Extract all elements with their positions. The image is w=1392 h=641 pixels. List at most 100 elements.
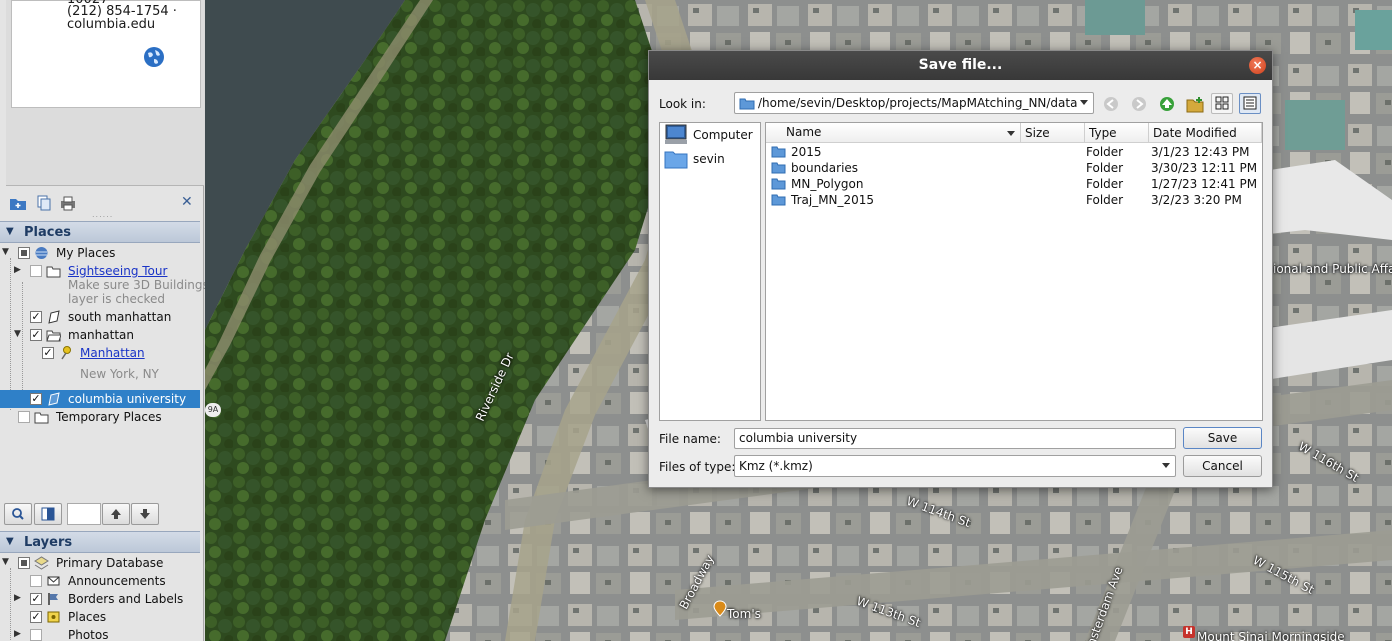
places-square-icon <box>47 611 60 623</box>
checkbox[interactable] <box>18 411 30 423</box>
look-in-path: /home/sevin/Desktop/projects/MapMAtching… <box>758 96 1078 110</box>
layer-item-borders-labels[interactable]: ▶ ✓ Borders and Labels <box>0 590 200 608</box>
checkbox[interactable] <box>30 629 42 641</box>
add-folder-icon[interactable] <box>9 195 27 211</box>
tree-item-manhattan-placemark[interactable]: ✓ Manhattan <box>0 344 200 362</box>
tree-item-temporary-places[interactable]: Temporary Places <box>0 408 200 426</box>
polygon-icon <box>48 310 60 324</box>
layer-item-photos[interactable]: ▶ Photos <box>0 626 200 641</box>
checkbox[interactable]: ✓ <box>30 611 42 623</box>
folder-icon <box>739 98 755 110</box>
list-view-button[interactable] <box>1211 93 1233 114</box>
tree-item-south-manhattan[interactable]: ✓ south manhattan <box>0 308 200 326</box>
expand-arrow-icon[interactable]: ▶ <box>14 593 21 603</box>
search-icon <box>12 508 24 520</box>
expand-arrow-icon[interactable]: ▶ <box>14 629 21 639</box>
up-folder-icon[interactable] <box>1157 95 1177 113</box>
open-folder-icon <box>46 330 61 342</box>
dialog-titlebar[interactable]: Save file... <box>649 51 1272 80</box>
grid-view-icon <box>1215 96 1229 110</box>
checkbox[interactable]: ✓ <box>42 347 54 359</box>
file-row[interactable]: Traj_MN_2015 Folder 3/2/23 3:20 PM <box>766 192 1262 208</box>
my-places-globe-icon <box>35 247 48 259</box>
resize-handle[interactable]: ...... <box>92 210 113 219</box>
hospital-icon[interactable]: H <box>1183 626 1195 638</box>
save-file-dialog: Save file... × Look in: /home/sevin/Desk… <box>648 50 1273 488</box>
column-header-name[interactable]: Name <box>766 123 1021 143</box>
tree-item-note: layer is checked <box>68 292 166 306</box>
collapse-triangle-icon[interactable]: ▼ <box>6 226 14 237</box>
column-header-type[interactable]: Type <box>1085 123 1149 143</box>
file-row[interactable]: 2015 Folder 3/1/23 12:43 PM <box>766 144 1262 160</box>
places-section-header[interactable]: ▼ Places <box>0 221 200 243</box>
tree-item-subtitle: New York, NY <box>80 367 159 381</box>
checkbox[interactable] <box>18 247 30 259</box>
expand-arrow-icon[interactable]: ▶ <box>14 265 21 275</box>
info-line-web[interactable]: columbia.edu <box>67 17 155 32</box>
layer-item-places[interactable]: ✓ Places <box>0 608 200 626</box>
tree-item-my-places[interactable]: ▼ My Places <box>0 244 200 262</box>
folder-icon <box>771 146 786 158</box>
checkbox[interactable]: ✓ <box>30 329 42 341</box>
poi-label: Tom's <box>727 607 761 621</box>
file-name-label: File name: <box>659 432 721 446</box>
tree-item-manhattan[interactable]: ▼ ✓ manhattan <box>0 326 200 344</box>
poi-label: Mount Sinai Morningside <box>1197 630 1345 641</box>
move-down-button[interactable] <box>131 503 159 525</box>
toggle-panel-button[interactable] <box>34 503 62 525</box>
layer-opacity-slider[interactable] <box>67 503 101 525</box>
tree-item-columbia-university[interactable]: ✓ columbia university <box>0 390 200 408</box>
file-row[interactable]: boundaries Folder 3/30/23 12:11 PM <box>766 160 1262 176</box>
checkbox[interactable] <box>18 557 30 569</box>
building-label: ional and Public Affai <box>1273 262 1392 276</box>
forward-icon[interactable] <box>1129 95 1149 113</box>
chevron-down-icon <box>1080 100 1088 105</box>
panel-icon <box>41 507 55 521</box>
place-computer[interactable]: Computer <box>662 124 758 146</box>
arrow-down-icon <box>140 509 150 519</box>
print-icon[interactable] <box>59 195 77 211</box>
checkbox[interactable]: ✓ <box>30 393 42 405</box>
expand-arrow-icon[interactable]: ▼ <box>14 329 21 339</box>
new-folder-icon[interactable] <box>1185 95 1205 113</box>
file-row[interactable]: MN_Polygon Folder 1/27/23 12:41 PM <box>766 176 1262 192</box>
search-button[interactable] <box>4 503 32 525</box>
places-bottom-toolbar <box>0 500 204 526</box>
chevron-down-icon <box>1162 463 1170 468</box>
folder-icon <box>771 178 786 190</box>
folder-icon <box>34 412 49 424</box>
file-name-input[interactable]: columbia university <box>734 428 1176 449</box>
left-sidebar: 10027 (212) 854-1754 · columbia.edu ✕ ..… <box>0 0 209 641</box>
copy-icon[interactable] <box>35 195 53 211</box>
layers-section-header[interactable]: ▼ Layers <box>0 531 200 553</box>
expand-arrow-icon[interactable]: ▼ <box>2 247 9 257</box>
close-icon[interactable]: ✕ <box>181 194 193 210</box>
look-in-label: Look in: <box>659 97 706 111</box>
database-layers-icon <box>34 556 49 570</box>
back-icon[interactable] <box>1101 95 1121 113</box>
expand-arrow-icon[interactable]: ▼ <box>2 557 9 567</box>
place-home[interactable]: sevin <box>662 148 758 170</box>
layer-item-announcements[interactable]: Announcements <box>0 572 200 590</box>
collapse-triangle-icon[interactable]: ▼ <box>6 536 14 547</box>
layer-item-primary-database[interactable]: ▼ Primary Database <box>0 554 200 572</box>
column-header-date[interactable]: Date Modified <box>1149 123 1262 143</box>
checkbox[interactable]: ✓ <box>30 311 42 323</box>
computer-icon <box>665 124 687 144</box>
file-type-label: Files of type: <box>659 460 736 474</box>
checkbox[interactable] <box>30 575 42 587</box>
checkbox[interactable]: ✓ <box>30 593 42 605</box>
move-up-button[interactable] <box>102 503 130 525</box>
save-button[interactable]: Save <box>1183 427 1262 449</box>
route-shield: 9A <box>205 403 221 417</box>
poi-pin-icon[interactable] <box>713 600 727 617</box>
place-info-panel: 10027 (212) 854-1754 · columbia.edu <box>6 0 204 186</box>
file-type-select[interactable]: Kmz (*.kmz) <box>734 455 1176 477</box>
details-view-button[interactable] <box>1239 93 1261 114</box>
flag-icon <box>48 593 58 605</box>
look-in-combo[interactable]: /home/sevin/Desktop/projects/MapMAtching… <box>734 92 1094 114</box>
cancel-button[interactable]: Cancel <box>1183 455 1262 477</box>
column-header-size[interactable]: Size <box>1021 123 1085 143</box>
close-icon[interactable]: × <box>1249 57 1266 74</box>
globe-icon[interactable] <box>143 46 165 68</box>
